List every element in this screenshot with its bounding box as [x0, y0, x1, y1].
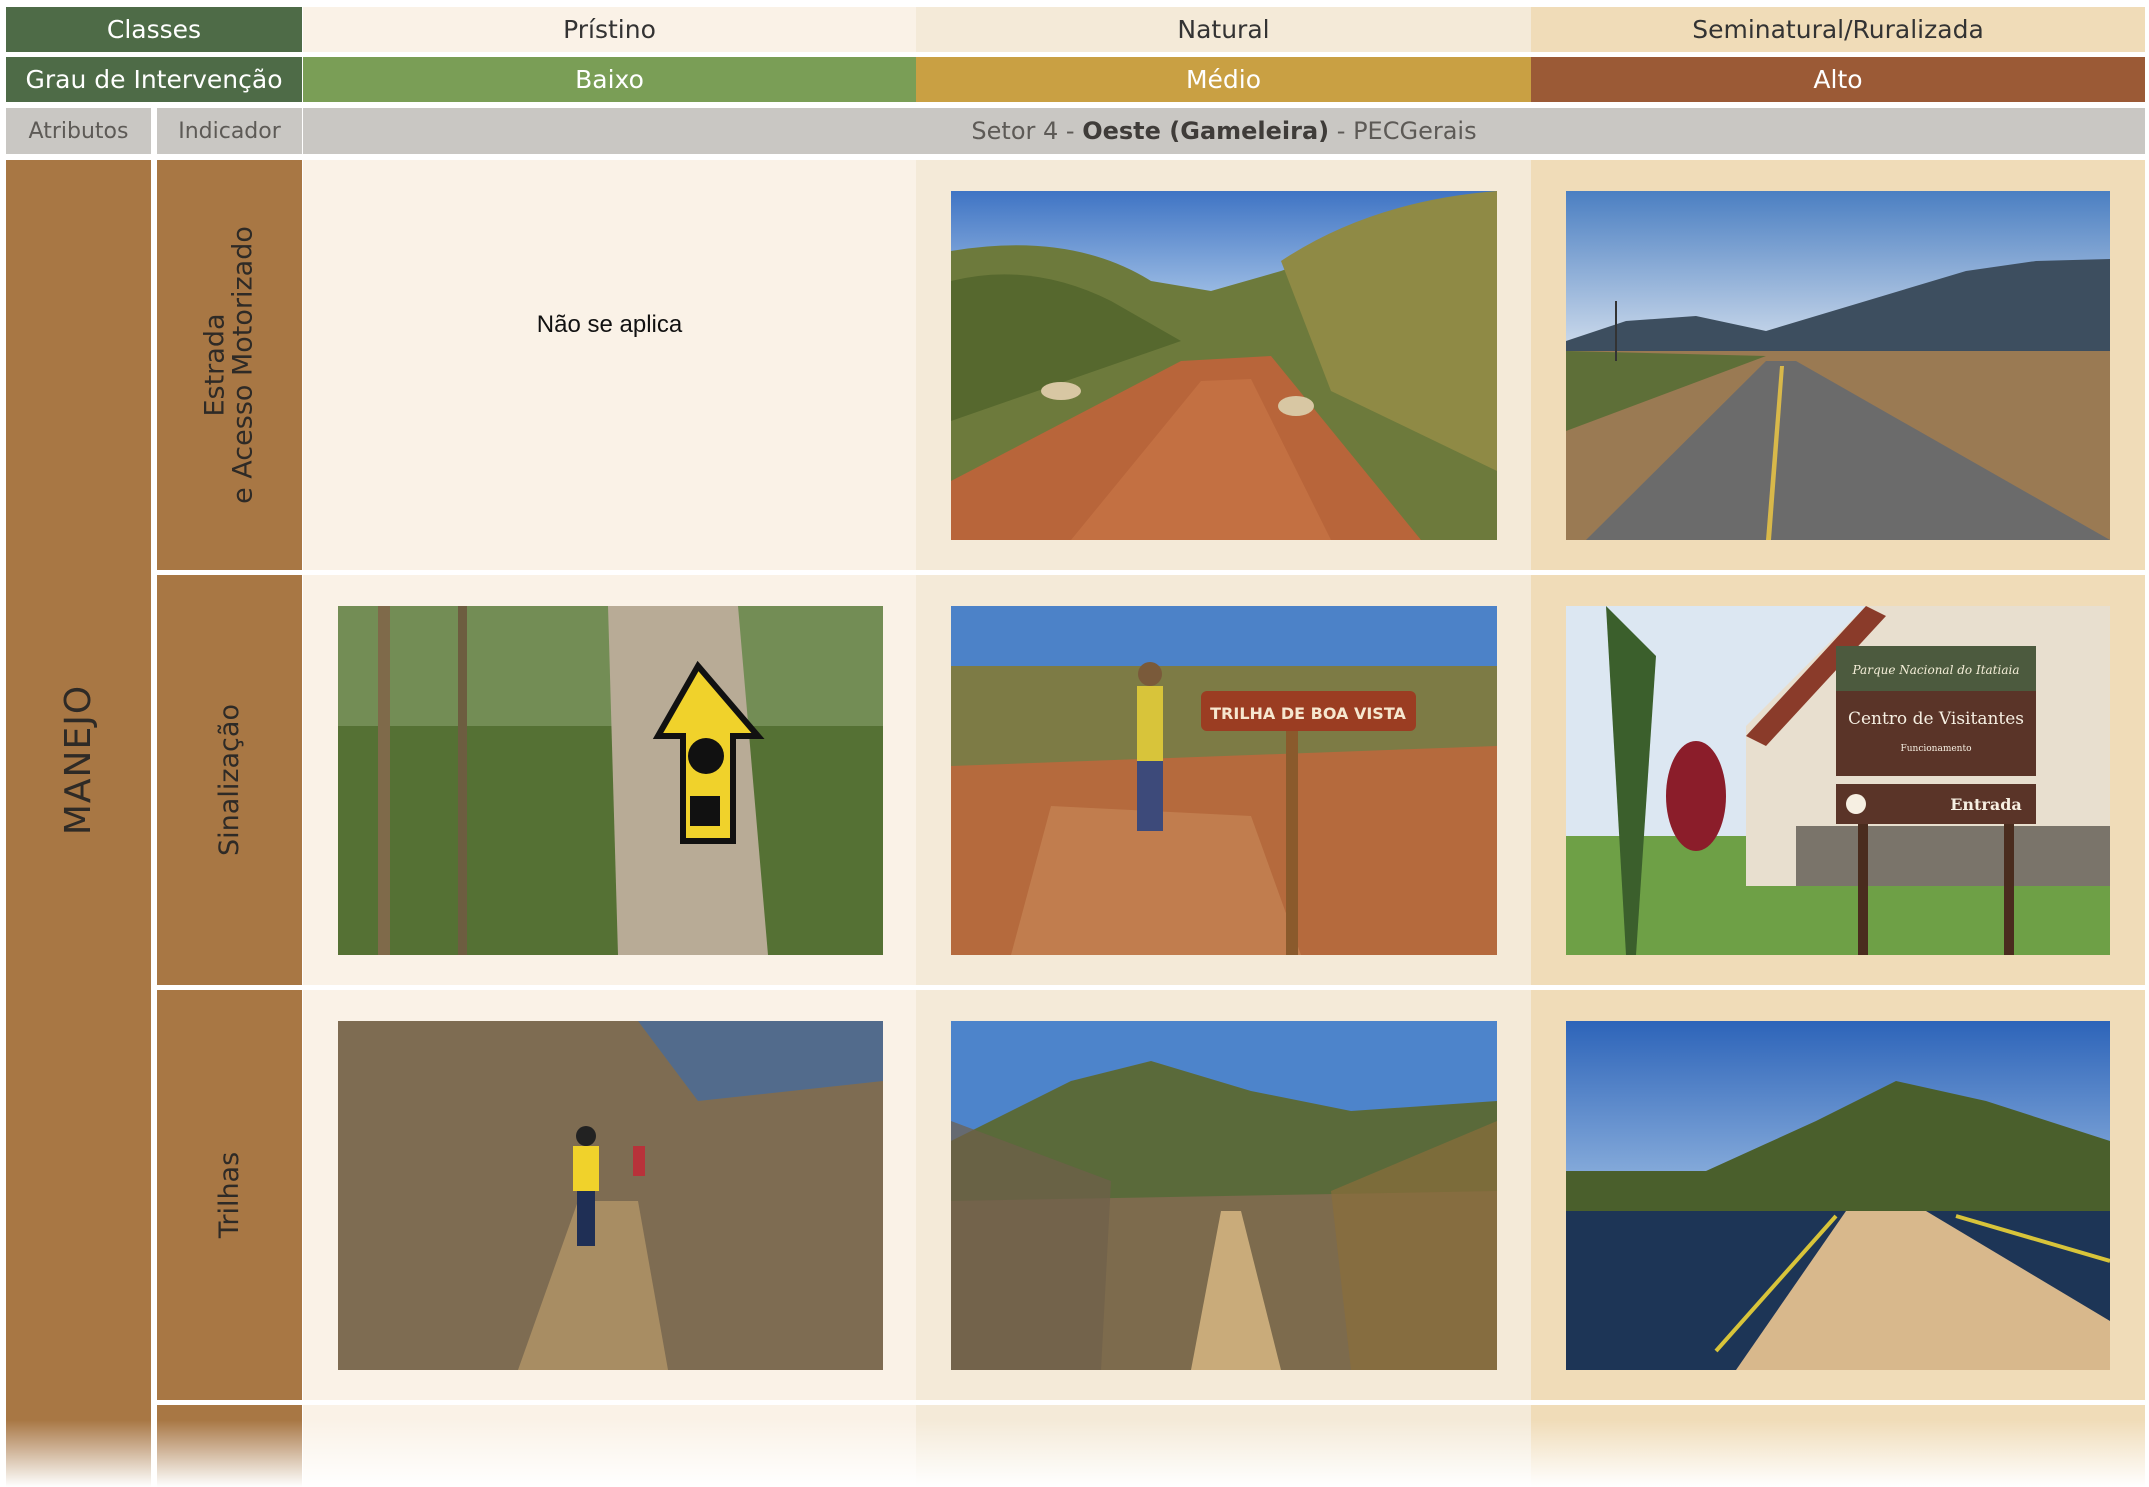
indicador-text: Indicador	[178, 118, 281, 144]
classes-label-text: Classes	[106, 15, 202, 44]
classes-label: Classes	[6, 7, 302, 52]
indicator-estrada-label: Estrada e Acesso Motorizado	[199, 226, 259, 504]
level-alto-text: Alto	[1813, 65, 1863, 94]
sector-suffix: - PECGerais	[1329, 117, 1477, 145]
atributos-label: Atributos	[6, 108, 151, 154]
painted-trail-marker-photo	[338, 606, 883, 955]
cell-not-applicable: Não se aplica	[303, 160, 916, 570]
sector-prefix: Setor 4 -	[971, 117, 1083, 145]
level-medio: Médio	[916, 57, 1531, 102]
wooden-sign-photo: TRILHA DE BOA VISTA	[951, 606, 1497, 955]
row-separator	[303, 985, 2145, 990]
park-name-text: Parque Nacional do Itatiaia	[1852, 663, 2020, 677]
sector-title: Setor 4 - Oeste (Gameleira) - PECGerais	[303, 108, 2145, 154]
indicator-trilhas: Trilhas	[157, 990, 302, 1400]
not-applicable-text: Não se aplica	[536, 311, 683, 338]
row-separator	[303, 570, 2145, 575]
visitor-center-sign-photo: Parque Nacional do Itatiaia Centro de Vi…	[1566, 606, 2110, 955]
dam-walkway-photo	[1566, 1021, 2110, 1370]
dirt-road-photo	[951, 191, 1497, 540]
visitor-center-text: Centro de Visitantes	[1848, 709, 2024, 729]
indicator-estrada: Estrada e Acesso Motorizado	[157, 160, 302, 570]
indicator-sinalizacao-label: Sinalização	[213, 704, 245, 856]
hours-text: Funcionamento	[1900, 744, 1971, 754]
grau-label-text: Grau de Intervenção	[25, 65, 283, 94]
indicator-trilhas-label: Trilhas	[213, 1151, 245, 1239]
level-baixo-text: Baixo	[575, 65, 644, 94]
class-name-natural: Natural	[1177, 15, 1270, 44]
attribute-manejo: MANEJO	[6, 160, 151, 1487]
bottom-fade	[0, 1420, 2149, 1487]
class-header-seminatural: Seminatural/Ruralizada	[1531, 7, 2145, 52]
grau-intervencao-label: Grau de Intervenção	[6, 57, 302, 102]
mountain-trail-photo	[951, 1021, 1497, 1370]
indicator-estrada-line2: e Acesso Motorizado	[227, 226, 259, 504]
level-medio-text: Médio	[1185, 65, 1262, 94]
class-name-seminatural: Seminatural/Ruralizada	[1692, 15, 1984, 44]
entrance-text: Entrada	[1950, 795, 2022, 814]
class-header-pristino: Prístino	[303, 7, 916, 52]
level-baixo: Baixo	[303, 57, 916, 102]
hikers-on-trail-photo	[338, 1021, 883, 1370]
row-separator	[303, 1400, 2145, 1405]
atributos-text: Atributos	[28, 118, 129, 144]
indicator-estrada-line1: Estrada	[199, 313, 231, 417]
indicador-label: Indicador	[157, 108, 302, 154]
trail-sign-text: TRILHA DE BOA VISTA	[1210, 704, 1406, 723]
sector-name: Oeste (Gameleira)	[1082, 117, 1330, 145]
paved-road-photo	[1566, 191, 2110, 540]
indicator-sinalizacao: Sinalização	[157, 575, 302, 985]
attribute-manejo-label: MANEJO	[57, 684, 99, 836]
level-alto: Alto	[1531, 57, 2145, 102]
class-name-pristino: Prístino	[563, 15, 656, 44]
class-header-natural: Natural	[916, 7, 1531, 52]
